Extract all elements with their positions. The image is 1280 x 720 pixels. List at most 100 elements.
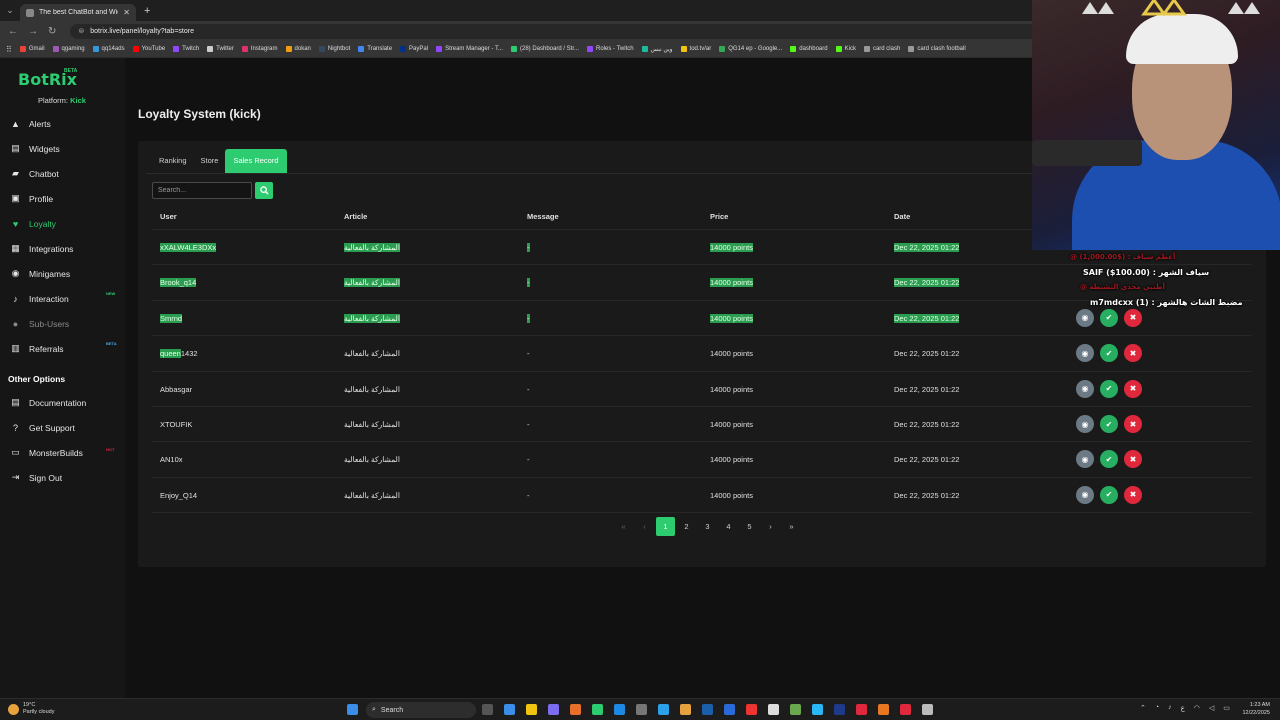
first-page-icon[interactable]: « [614, 517, 633, 536]
tab-list-icon[interactable]: ⌄ [0, 5, 20, 16]
search-button[interactable] [255, 182, 273, 199]
view-button[interactable]: ◉ [1076, 415, 1094, 433]
page-button-1[interactable]: 1 [656, 517, 675, 536]
sidebar-item-interaction[interactable]: ♪ Interaction [0, 286, 125, 311]
forward-icon[interactable]: → [28, 26, 38, 37]
bookmark-item[interactable]: (28) Dashboard / Str... [510, 46, 579, 52]
sidebar-item-loyalty[interactable]: ♥ Loyalty [0, 211, 125, 236]
next-page-icon[interactable]: › [761, 517, 780, 536]
reject-button[interactable]: ✖ [1124, 379, 1142, 398]
page-button-5[interactable]: 5 [740, 517, 759, 536]
reject-button[interactable]: ✖ [1124, 415, 1142, 433]
site-info-icon[interactable]: ⊜ [78, 27, 84, 35]
close-tab-icon[interactable]: ✕ [123, 8, 130, 17]
taskbar-app-icon[interactable] [856, 704, 867, 715]
page-button-2[interactable]: 2 [677, 517, 696, 536]
sidebar-item-widgets[interactable]: ▤ Widgets [0, 136, 125, 161]
bookmark-item[interactable]: dokan [285, 46, 311, 52]
bookmark-item[interactable]: PayPal [400, 46, 428, 52]
microphone-icon[interactable]: ♪ [1168, 704, 1172, 712]
taskbar-app-icon[interactable] [548, 704, 559, 715]
bookmark-item[interactable]: Stream Manager - T... [436, 46, 503, 52]
tab-ranking[interactable]: Ranking [152, 149, 194, 173]
taskbar-app-icon[interactable] [482, 704, 493, 715]
network-icon[interactable]: ◔ [1155, 704, 1159, 712]
bookmark-item[interactable]: Roles - Twitch [587, 46, 634, 52]
bookmark-item[interactable]: Twitch [173, 46, 199, 52]
taskbar-app-icon[interactable] [526, 704, 537, 715]
bookmark-item[interactable]: Translate [358, 46, 392, 52]
view-button[interactable]: ◉ [1076, 450, 1094, 469]
new-tab-icon[interactable]: + [144, 5, 150, 17]
approve-button[interactable]: ✔ [1100, 485, 1118, 504]
sidebar-item-sign-out[interactable]: ⇥ Sign Out [0, 465, 125, 490]
reject-button[interactable]: ✖ [1124, 485, 1142, 504]
page-button-3[interactable]: 3 [698, 517, 717, 536]
taskbar-app-icon[interactable] [658, 704, 669, 715]
weather-widget[interactable]: 19°C Partly cloudy [8, 702, 55, 716]
volume-icon[interactable]: ◁ [1209, 704, 1214, 712]
back-icon[interactable]: ← [8, 26, 18, 37]
taskbar-app-icon[interactable] [592, 704, 603, 715]
url-field[interactable]: ⊜ botrix.live/panel/loyalty?tab=store [70, 23, 1051, 39]
sidebar-item-get-support[interactable]: ? Get Support [0, 415, 125, 440]
taskbar-app-icon[interactable] [702, 704, 713, 715]
taskbar-app-icon[interactable] [724, 704, 735, 715]
bookmark-item[interactable]: qgaming [52, 46, 85, 52]
approve-button[interactable]: ✔ [1100, 379, 1118, 398]
previous-page-icon[interactable]: ‹ [635, 517, 654, 536]
battery-icon[interactable]: ▭ [1223, 704, 1230, 712]
language-indicator[interactable]: ع [1181, 704, 1185, 712]
approve-button[interactable]: ✔ [1100, 344, 1118, 363]
taskbar-app-icon[interactable] [614, 704, 625, 715]
view-button[interactable]: ◉ [1076, 485, 1094, 504]
taskbar-app-icon[interactable] [570, 704, 581, 715]
apps-icon[interactable]: ⠿ [6, 45, 12, 54]
reject-button[interactable]: ✖ [1124, 450, 1142, 469]
bookmark-item[interactable]: QG14 ep - Google... [719, 46, 782, 52]
tab-store[interactable]: Store [194, 149, 226, 173]
clock[interactable]: 1:23 AM 12/22/2025 [1242, 702, 1270, 717]
bookmark-item[interactable]: Nightbot [318, 46, 350, 52]
taskbar-app-icon[interactable] [768, 704, 779, 715]
bookmark-item[interactable]: card clash football [908, 46, 966, 52]
approve-button[interactable]: ✔ [1100, 415, 1118, 433]
bookmark-item[interactable]: Kick [835, 46, 856, 52]
taskbar-app-icon[interactable] [922, 704, 933, 715]
bookmark-item[interactable]: qq14ads [92, 46, 125, 52]
taskbar-app-icon[interactable] [746, 704, 757, 715]
bookmark-item[interactable]: Twitter [207, 46, 234, 52]
bookmark-item[interactable]: وين نبس [641, 46, 673, 53]
taskbar-app-icon[interactable] [900, 704, 911, 715]
reject-button[interactable]: ✖ [1124, 344, 1142, 363]
taskbar-app-icon[interactable] [812, 704, 823, 715]
bookmark-item[interactable]: YouTube [132, 46, 165, 52]
taskbar-app-icon[interactable] [636, 704, 647, 715]
search-input[interactable] [152, 182, 252, 199]
sidebar-item-profile[interactable]: ▣ Profile [0, 186, 125, 211]
sidebar-item-chatbot[interactable]: ▰ Chatbot [0, 161, 125, 186]
last-page-icon[interactable]: » [782, 517, 801, 536]
sidebar-item-integrations[interactable]: ▦ Integrations [0, 236, 125, 261]
view-button[interactable]: ◉ [1076, 344, 1094, 363]
taskbar-app-icon[interactable] [878, 704, 889, 715]
tab-sales-record[interactable]: Sales Record [225, 149, 287, 173]
sidebar-item-monsterbuilds[interactable]: ▭ MonsterBuilds [0, 440, 125, 465]
bookmark-item[interactable]: Gmail [19, 46, 45, 52]
bookmark-item[interactable]: tod.tv/ar [680, 46, 711, 52]
page-button-4[interactable]: 4 [719, 517, 738, 536]
taskbar-app-icon[interactable] [834, 704, 845, 715]
sidebar-item-minigames[interactable]: ◉ Minigames [0, 261, 125, 286]
wifi-icon[interactable]: ◠ [1194, 704, 1200, 712]
sidebar-item-documentation[interactable]: ▤ Documentation [0, 390, 125, 415]
taskbar-app-icon[interactable] [504, 704, 515, 715]
bookmark-item[interactable]: card clash [863, 46, 900, 52]
taskbar-app-icon[interactable] [790, 704, 801, 715]
taskbar-app-icon[interactable] [680, 704, 691, 715]
taskbar-search[interactable]: ⌕ Search [366, 702, 476, 718]
bookmark-item[interactable]: Instagram [241, 46, 278, 52]
sidebar-item-alerts[interactable]: ▲ Alerts [0, 111, 125, 136]
approve-button[interactable]: ✔ [1100, 450, 1118, 469]
reload-icon[interactable]: ↻ [48, 26, 56, 37]
chevron-up-icon[interactable]: ⌃ [1140, 704, 1146, 712]
